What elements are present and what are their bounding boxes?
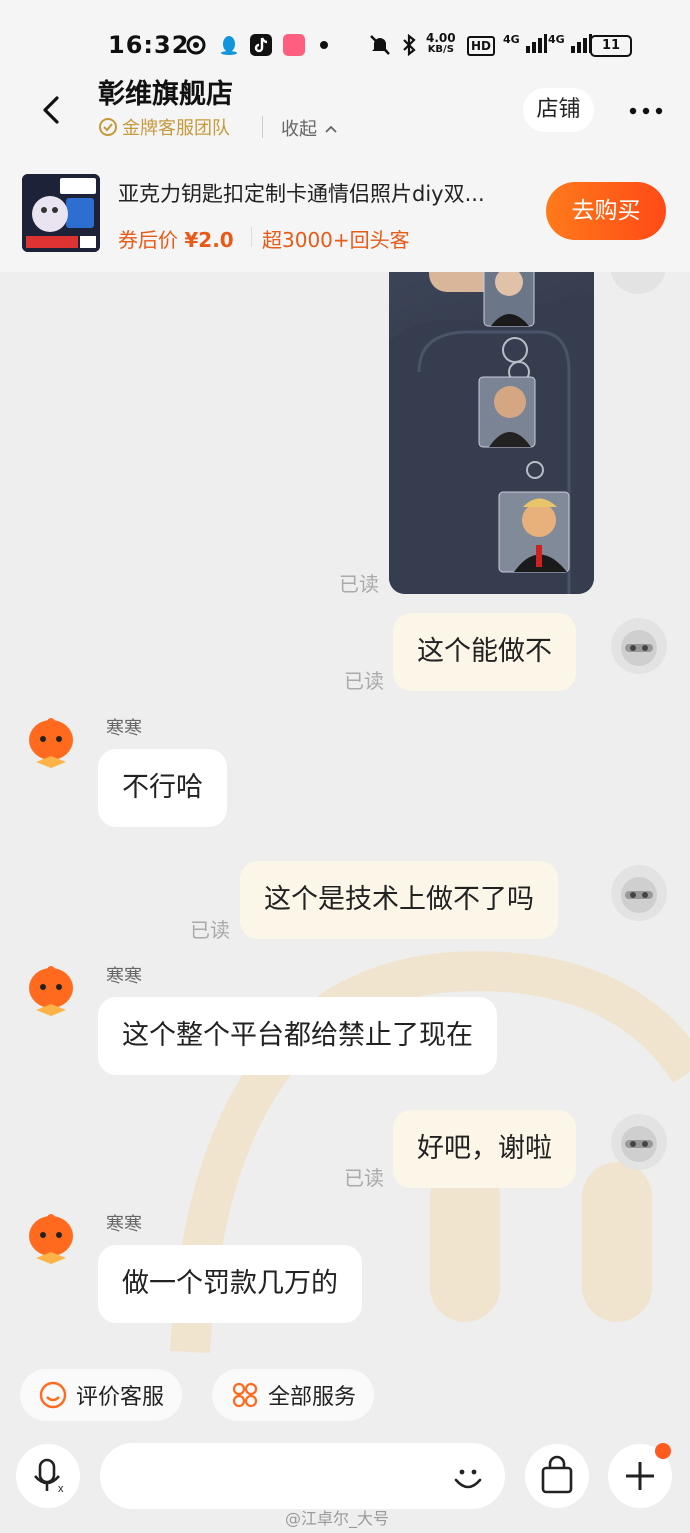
message-bubble[interactable]: 好吧，谢啦 (393, 1110, 576, 1188)
microphone-icon: x (34, 1458, 64, 1495)
app-icon (283, 34, 305, 56)
my-avatar[interactable] (611, 618, 667, 674)
chevron-up-icon (325, 125, 337, 133)
mute-icon (368, 33, 392, 61)
collapse-toggle[interactable]: 收起 (281, 115, 339, 141)
message-bubble[interactable]: 这个能做不 (393, 613, 576, 691)
status-time: 16:32 (108, 31, 190, 59)
repeat-customers: 超3000+回头客 (262, 228, 410, 252)
svg-text:x: x (58, 1483, 64, 1495)
my-avatar[interactable] (610, 272, 666, 294)
read-receipt: 已读 (344, 1166, 384, 1190)
watermark: @江卓尔_大号 (285, 1509, 390, 1528)
signal-2: 4G (548, 33, 592, 57)
status-bar: 16:32 4.00 KB/S HD 4G 4G 11 (0, 0, 690, 70)
back-button[interactable] (30, 88, 74, 132)
net-speed: 4.00 KB/S (426, 31, 456, 55)
sender-name: 寒寒 (106, 718, 142, 739)
buy-button[interactable]: 去购买 (546, 182, 666, 240)
dot-icon (320, 41, 328, 49)
chat-messages[interactable]: 已读 这个能做不 已读 寒寒 不行哈 这个是技术上做不了吗 已读 寒寒 这个整个… (0, 272, 690, 1362)
bag-icon (541, 1455, 573, 1494)
more-icon[interactable] (628, 90, 664, 125)
all-services-label: 全部服务 (268, 1385, 357, 1410)
cart-button[interactable] (525, 1444, 589, 1508)
my-avatar[interactable] (611, 1114, 667, 1170)
medal-icon (99, 118, 117, 136)
read-receipt: 已读 (344, 669, 384, 693)
emoji-button[interactable] (448, 1458, 488, 1498)
product-card[interactable]: 亚克力钥匙扣定制卡通情侣照片diy双... 券后价 ¥2.0 超3000+回头客… (0, 152, 690, 272)
my-avatar[interactable] (611, 865, 667, 921)
store-button[interactable]: 店铺 (523, 88, 594, 132)
tiktok-icon (250, 34, 272, 56)
shop-name[interactable]: 彰维旗舰店 (98, 72, 233, 111)
bluetooth-icon (400, 33, 418, 61)
agent-avatar[interactable] (26, 1210, 76, 1264)
message-bubble[interactable]: 这个整个平台都给禁止了现在 (98, 997, 497, 1075)
product-price: 券后价 ¥2.0 (118, 228, 234, 252)
notification-dot (655, 1443, 671, 1459)
hd-badge: HD (467, 36, 496, 56)
battery-icon: 11 (590, 35, 632, 57)
sender-name: 寒寒 (106, 966, 142, 987)
message-bubble[interactable]: 做一个罚款几万的 (98, 1245, 362, 1323)
rate-service-button[interactable]: 评价客服 (20, 1369, 183, 1421)
team-badge-label: 金牌客服团队 (122, 118, 230, 139)
sender-name: 寒寒 (106, 1214, 142, 1235)
agent-avatar[interactable] (26, 962, 76, 1016)
smile-icon (39, 1381, 67, 1409)
emoji-icon (454, 1469, 482, 1489)
all-services-button[interactable]: 全部服务 (212, 1369, 375, 1421)
message-image[interactable] (389, 272, 594, 594)
team-badge: 金牌客服团队 (98, 114, 230, 140)
product-title[interactable]: 亚克力钥匙扣定制卡通情侣照片diy双... (118, 178, 485, 208)
message-input[interactable] (100, 1443, 505, 1509)
message-bubble[interactable]: 这个是技术上做不了吗 (240, 861, 558, 939)
read-receipt: 已读 (339, 572, 379, 596)
netease-music-icon (185, 34, 207, 56)
divider (251, 227, 252, 247)
read-receipt: 已读 (190, 918, 230, 942)
agent-avatar[interactable] (26, 714, 76, 768)
chat-header: 彰维旗舰店 金牌客服团队 收起 店铺 (0, 70, 690, 152)
rate-service-label: 评价客服 (76, 1385, 165, 1410)
product-thumbnail[interactable] (22, 174, 100, 252)
voice-button[interactable]: x (16, 1444, 80, 1508)
qq-icon (218, 34, 240, 56)
signal-1: 4G (503, 33, 547, 57)
message-bubble[interactable]: 不行哈 (98, 749, 227, 827)
back-arrow-icon (43, 96, 59, 124)
divider (262, 116, 263, 138)
grid-icon (232, 1382, 258, 1408)
